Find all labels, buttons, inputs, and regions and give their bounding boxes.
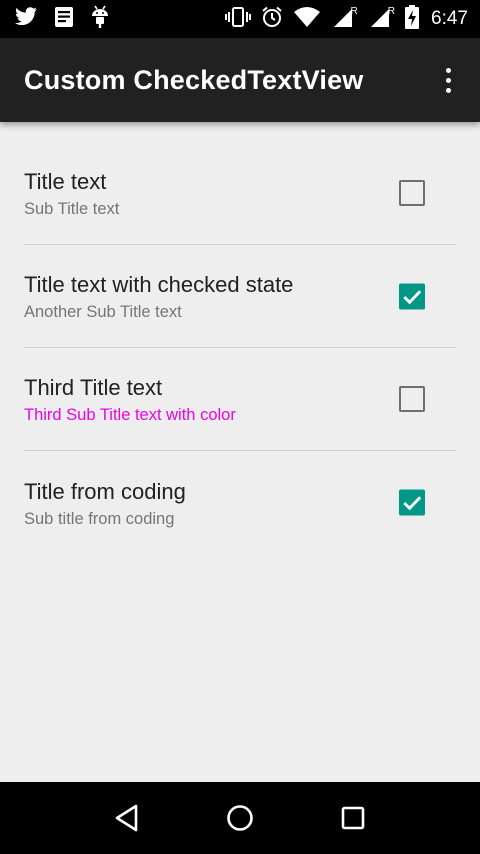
- battery-charging-icon: [405, 4, 420, 34]
- wifi-icon: [293, 6, 321, 33]
- document-icon: [54, 6, 74, 33]
- item-title: Title from coding: [24, 478, 186, 504]
- list-item[interactable]: Title text Sub Title text: [24, 142, 456, 245]
- list-item[interactable]: Title from coding Sub title from coding: [24, 451, 456, 554]
- item-title: Title text: [24, 169, 107, 194]
- signal-icon: R: [368, 6, 395, 33]
- item-title: Third Title text: [24, 375, 163, 400]
- roaming-marker: R: [387, 5, 396, 17]
- list-item[interactable]: Title text with checked state Another Su…: [24, 245, 456, 348]
- recents-icon[interactable]: [329, 794, 377, 842]
- app-title: Custom CheckedTextView: [24, 64, 364, 95]
- item-text: Title text Sub Title text: [24, 166, 119, 220]
- item-text: Title from coding Sub title from coding: [24, 476, 186, 530]
- check-icon: [399, 283, 425, 309]
- item-text: Third Title text Third Sub Title text wi…: [24, 372, 236, 426]
- status-time: 6:47: [431, 8, 468, 29]
- checked-text-list: Title text Sub Title text Title text wit…: [24, 142, 456, 554]
- more-vert-icon[interactable]: [432, 56, 464, 104]
- signal-icon: R: [331, 6, 358, 33]
- check-icon: [399, 489, 425, 516]
- home-icon[interactable]: [216, 794, 264, 842]
- checkbox-unchecked[interactable]: [399, 386, 425, 412]
- checkbox-checked[interactable]: [399, 489, 425, 516]
- android-icon: [90, 5, 110, 34]
- checkbox-checked[interactable]: [399, 283, 425, 309]
- checkbox-unchecked[interactable]: [399, 180, 425, 206]
- status-bar: R R 6:47: [0, 0, 480, 38]
- list-item[interactable]: Third Title text Third Sub Title text wi…: [24, 348, 456, 451]
- app-bar: Custom CheckedTextView: [0, 38, 480, 122]
- item-title: Title text with checked state: [24, 272, 294, 297]
- status-left-icons: [14, 5, 126, 34]
- alarm-icon: [261, 6, 283, 33]
- navigation-bar: [0, 782, 480, 854]
- roaming-marker: R: [350, 5, 358, 17]
- item-subtitle: Sub Title text: [24, 200, 120, 218]
- item-subtitle: Another Sub Title text: [24, 303, 182, 321]
- item-subtitle: Sub title from coding: [24, 509, 175, 528]
- item-text: Title text with checked state Another Su…: [24, 269, 293, 323]
- item-subtitle-colored: Third Sub Title text with color: [24, 406, 236, 424]
- twitter-icon: [14, 6, 38, 32]
- vibrate-icon: [224, 6, 251, 33]
- status-right-icons: R R 6:47: [215, 4, 468, 34]
- back-icon[interactable]: [103, 794, 151, 842]
